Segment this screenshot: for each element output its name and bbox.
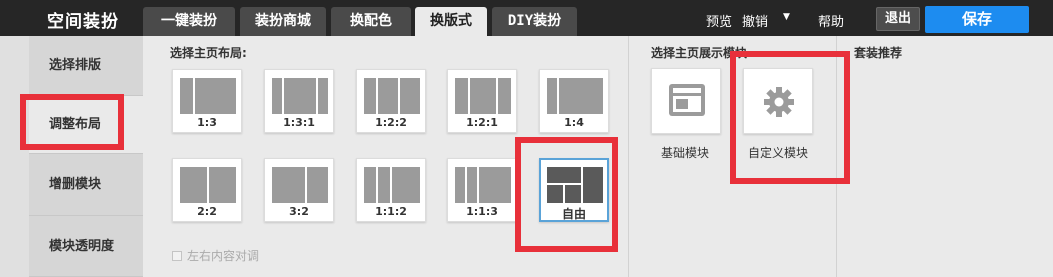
module-custom[interactable] bbox=[743, 68, 813, 134]
layout-option-label: 1:2:2 bbox=[375, 116, 407, 129]
layout-option-label: 1:3 bbox=[197, 116, 217, 129]
layout-option-label: 1:1:3 bbox=[466, 205, 498, 218]
layout-option-1-4[interactable]: 1:4 bbox=[539, 69, 609, 133]
sidebar-item-choose-layout[interactable]: 选择排版 bbox=[29, 36, 143, 96]
layout-1-2-2-icon bbox=[364, 78, 420, 114]
sidebar-item-adjust-layout[interactable]: 调整布局 bbox=[29, 96, 143, 154]
layout-3-2-icon bbox=[272, 167, 328, 203]
layout-option-label: 1:2:1 bbox=[466, 116, 498, 129]
tab-diy[interactable]: DIY装扮 bbox=[492, 7, 577, 36]
preview-link[interactable]: 预览 bbox=[706, 11, 732, 30]
chevron-down-icon[interactable]: ▼ bbox=[783, 12, 790, 22]
layout-option-label: 1:3:1 bbox=[283, 116, 315, 129]
gear-icon bbox=[764, 87, 794, 117]
tab-color[interactable]: 换配色 bbox=[331, 7, 411, 36]
layout-option-1-3[interactable]: 1:3 bbox=[172, 69, 242, 133]
recommend-section-title: 套装推荐 bbox=[854, 46, 903, 60]
layout-option-label: 2:2 bbox=[197, 205, 217, 218]
layout-option-label: 自由 bbox=[561, 207, 586, 221]
layout-option-1-2-2[interactable]: 1:2:2 bbox=[356, 69, 426, 133]
layout-1-2-1-icon bbox=[455, 78, 511, 114]
tab-layout[interactable]: 换版式 bbox=[415, 7, 487, 36]
tab-shop[interactable]: 装扮商城 bbox=[240, 7, 326, 36]
layout-1-1-2-icon bbox=[364, 167, 420, 203]
layout-section-title: 选择主页布局: bbox=[170, 46, 247, 60]
module-basic[interactable] bbox=[651, 68, 721, 134]
module-section-title: 选择主页展示模块 bbox=[651, 46, 748, 60]
checkbox-icon[interactable] bbox=[172, 251, 182, 261]
tab-one-click[interactable]: 一键装扮 bbox=[143, 7, 235, 36]
module-basic-label: 基础模块 bbox=[661, 146, 710, 160]
window-icon bbox=[669, 84, 705, 116]
layout-option-1-3-1[interactable]: 1:3:1 bbox=[264, 69, 334, 133]
layout-option-label: 1:1:2 bbox=[375, 205, 407, 218]
layout-1-3-1-icon bbox=[272, 78, 328, 114]
layout-option-1-1-2[interactable]: 1:1:2 bbox=[356, 158, 426, 222]
layout-option-1-1-3[interactable]: 1:1:3 bbox=[447, 158, 517, 222]
layout-option-label: 1:4 bbox=[564, 116, 584, 129]
layout-option-free[interactable]: 自由 bbox=[539, 158, 609, 222]
layout-1-3-icon bbox=[180, 78, 236, 114]
layout-2-2-icon bbox=[180, 167, 236, 203]
sidebar-item-modules[interactable]: 增删模块 bbox=[29, 154, 143, 216]
swap-content-label: 左右内容对调 bbox=[187, 249, 260, 263]
swap-content-checkbox[interactable]: 左右内容对调 bbox=[172, 247, 259, 264]
layout-free-icon bbox=[547, 167, 603, 203]
sidebar-item-transparency[interactable]: 模块透明度 bbox=[29, 216, 143, 277]
layout-1-1-3-icon bbox=[455, 167, 511, 203]
module-custom-label: 自定义模块 bbox=[748, 146, 809, 160]
sidebar: 选择排版 调整布局 增删模块 模块透明度 bbox=[0, 36, 143, 277]
exit-button[interactable]: 退出 bbox=[876, 7, 920, 31]
help-link[interactable]: 帮助 bbox=[818, 11, 844, 30]
layout-option-label: 3:2 bbox=[289, 205, 309, 218]
layout-1-4-icon bbox=[547, 78, 603, 114]
divider bbox=[628, 36, 629, 277]
app-title: 空间装扮 bbox=[47, 12, 119, 32]
save-button[interactable]: 保存 bbox=[925, 6, 1029, 33]
layout-option-1-2-1[interactable]: 1:2:1 bbox=[447, 69, 517, 133]
layout-option-3-2[interactable]: 3:2 bbox=[264, 158, 334, 222]
undo-link[interactable]: 撤销 bbox=[742, 11, 768, 30]
divider bbox=[836, 36, 837, 277]
layout-option-2-2[interactable]: 2:2 bbox=[172, 158, 242, 222]
